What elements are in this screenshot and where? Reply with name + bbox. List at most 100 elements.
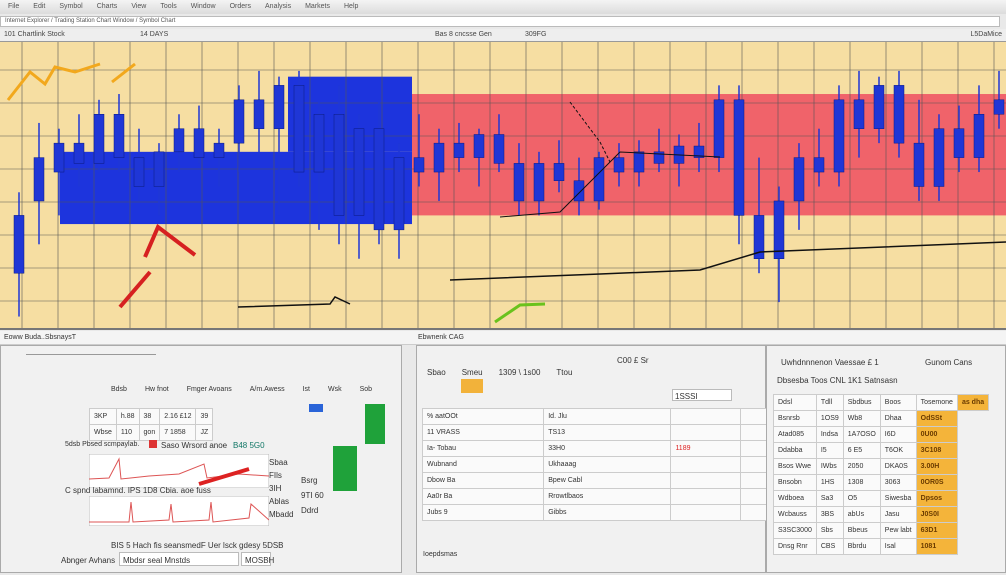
candle-body [933, 128, 945, 187]
table-cell: Jasu [879, 506, 917, 523]
table-cell: 1A7OSO [842, 426, 881, 443]
table-cell: 3KP [89, 408, 117, 425]
table-cell: 2.16 £12 [159, 408, 197, 425]
menu-item[interactable]: Symbol [59, 3, 82, 11]
table-cell [739, 456, 768, 473]
table-cell: Bbrdu [842, 538, 881, 555]
chart-right-label: L5DaMice [970, 31, 1002, 38]
table-row[interactable]: Dbow Ba Bpew Cabl [421, 472, 768, 489]
table-row[interactable]: Bnsobn 1HS 1308 3063 0OR0S [773, 474, 989, 491]
candlestick-chart[interactable] [0, 41, 1006, 330]
mini-chart [89, 454, 269, 488]
menu-item[interactable]: Charts [97, 3, 118, 11]
candle-body [453, 142, 465, 158]
tab[interactable]: Smeu [462, 368, 483, 377]
column-header: Sob [359, 386, 373, 393]
candle-body [573, 180, 585, 202]
table-cell: Ddabba [773, 442, 817, 459]
table-cell: Gibbs [543, 504, 672, 521]
menu-item[interactable]: Help [344, 3, 358, 11]
menu-item[interactable]: Tools [160, 3, 176, 11]
table-cell: % aatOOt [421, 408, 545, 425]
table-row[interactable]: Atad085 Indsa 1A7OSO I6D 0U00 [773, 426, 989, 443]
menu-item[interactable]: Edit [33, 3, 45, 11]
footer-button[interactable]: MOSBH [241, 552, 274, 566]
column-header[interactable]: Tdll [815, 394, 844, 411]
table-row[interactable]: Wubnand Ukhaaag [421, 456, 768, 473]
menu-item[interactable]: View [131, 3, 146, 11]
footer-field[interactable]: Mbdsr seal Mnstds [119, 552, 239, 566]
menu-item[interactable]: Markets [305, 3, 330, 11]
search-input[interactable]: 1SSSI [672, 389, 732, 401]
table-row[interactable]: Bsos Wwe IWbs 2050 DKA0S 3.00H [773, 458, 989, 475]
table-cell: Wubnand [421, 456, 545, 473]
table-cell: S3SC3000 [773, 522, 817, 539]
candle-body [733, 99, 745, 216]
table-cell: Dnsg Rnr [773, 538, 817, 555]
table-cell: Bpew Cabl [543, 472, 672, 489]
candle-body [813, 157, 825, 173]
table-cell: Dbow Ba [421, 472, 545, 489]
table-row[interactable]: 11 VRASS TS13 [421, 424, 768, 441]
table-cell: Jubs 9 [421, 504, 545, 521]
table-row[interactable]: Wdboea Sa3 O5 Siwesba Dpsos [773, 490, 989, 507]
right-toolbar: Dbsesba Toos CNL 1K1 Satnsasn [777, 376, 898, 385]
table-cell: Atad085 [773, 426, 817, 443]
table-row[interactable]: Bsnrsb 1OS9 Wb8 Dhaa OdSSt [773, 410, 989, 427]
tab[interactable]: 1309 \ 1s00 [499, 368, 541, 377]
table-cell: 63D1 [915, 522, 958, 539]
column-header[interactable]: Tosemone [915, 394, 958, 411]
column-header[interactable]: Ddsl [773, 394, 817, 411]
candle-body [93, 114, 105, 164]
candle-body [253, 99, 265, 129]
column-header[interactable]: Sbdbus [842, 394, 881, 411]
table-row[interactable]: Wcbauss 3BS abUs Jasu J0S0I [773, 506, 989, 523]
table-row[interactable]: % aatOOt Id. Jlu [421, 408, 768, 425]
candle-body [373, 128, 385, 231]
table-cell: Rrowtlbaos [543, 488, 672, 505]
column-header: Ist [302, 386, 310, 393]
table-row[interactable]: S3SC3000 Sbs Bbeus Pew labt 63D1 [773, 522, 989, 539]
candle-body [393, 157, 405, 231]
table-row[interactable]: Dnsg Rnr CBS Bbrdu Isal 1081 [773, 538, 989, 555]
column-header: Hw fnot [144, 386, 169, 393]
chart-period: 14 DAYS [140, 31, 169, 38]
table-row[interactable]: Jubs 9 Gibbs [421, 504, 768, 521]
table-cell: Siwesba [879, 490, 917, 507]
footer-text: BIS 5 Hach fis seansmedF Uer lsck gdesy … [111, 541, 284, 550]
table-row[interactable]: 3KP h.88 38 2.16 £12 39 [89, 408, 214, 425]
table-cell: Bnsobn [773, 474, 817, 491]
table-row[interactable]: Ia- Tobau 33H0 1189 [421, 440, 768, 457]
table-cell: 3063 [879, 474, 917, 491]
menu-item[interactable]: Analysis [265, 3, 291, 11]
menu-item[interactable]: Window [191, 3, 216, 11]
chart-header: 101 Chartlink Stock 14 DAYS Bas 8 cncsse… [0, 29, 1006, 41]
menu-item[interactable]: Orders [230, 3, 251, 11]
mid-panel: C00 £ Sr Sbao Smeu 1309 \ 1s00 Ttou 1SSSI %… [416, 345, 768, 573]
menu-item[interactable]: File [8, 3, 19, 11]
tab[interactable]: Sbao [427, 368, 446, 377]
address-bar[interactable]: Internet Explorer / Trading Station Char… [0, 16, 1000, 27]
table-cell: 1OS9 [815, 410, 844, 427]
candle-body [713, 99, 725, 158]
column-header: Wsk [328, 386, 342, 393]
orange-button[interactable] [461, 379, 483, 393]
column-header[interactable]: as dha [956, 394, 990, 411]
candle-body [13, 215, 25, 274]
table-cell: Dpsos [915, 490, 958, 507]
table-cell: Dhaa [879, 410, 917, 427]
candle-body [353, 128, 365, 216]
candle-body [613, 157, 625, 173]
tab[interactable]: Ttou [556, 368, 572, 377]
table-row[interactable]: Ddabba I5 6 E5 T6OK 3C108 [773, 442, 989, 459]
table-cell: 3C108 [915, 442, 958, 459]
candle-body [193, 128, 205, 158]
table-cell: I6D [879, 426, 917, 443]
table-cell: Bsos Wwe [773, 458, 817, 475]
blue-toggle[interactable] [309, 404, 323, 412]
table-row[interactable]: Wbse 110 gon 7 1858 JZ [89, 424, 214, 441]
candle-body [593, 157, 605, 202]
column-header[interactable]: Boos [879, 394, 917, 411]
table-row[interactable]: Aa0r Ba Rrowtlbaos [421, 488, 768, 505]
trend-line [237, 296, 351, 308]
